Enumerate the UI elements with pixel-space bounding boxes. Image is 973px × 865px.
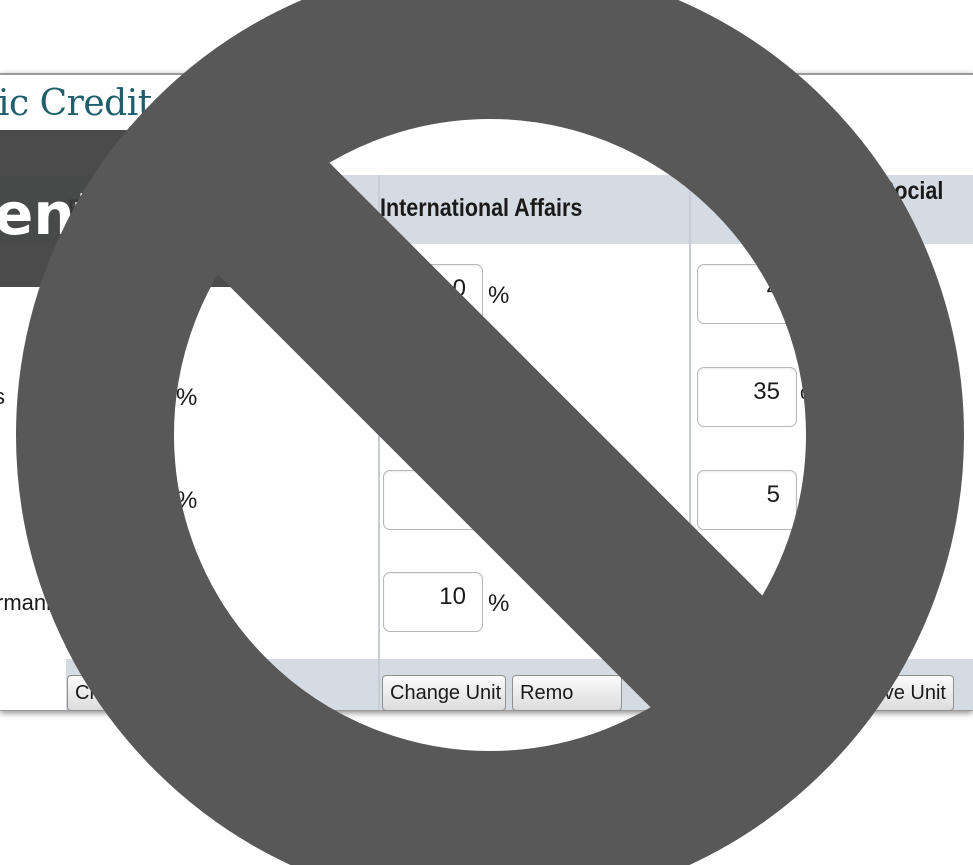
social-percent-input[interactable] [697, 264, 797, 324]
page-title: ic Credit [0, 83, 152, 124]
social-percent-input[interactable] [697, 367, 797, 427]
social-percent-input[interactable] [697, 470, 797, 530]
column-header-social: Social [880, 177, 944, 205]
international-affairs-percent-input[interactable] [383, 264, 483, 324]
percent-sign: % [176, 384, 198, 411]
percent-sign: % [176, 487, 198, 514]
banner-text: ent [0, 180, 103, 248]
screen: ic Credit EC International Affairs Socia… [0, 0, 973, 865]
column-header-international-affairs: International Affairs [380, 194, 583, 222]
international-affairs-percent-input[interactable] [383, 470, 483, 530]
row-label: s [0, 384, 5, 410]
row-label: rmani [0, 590, 52, 615]
change-unit-button[interactable]: Change Unit [382, 675, 506, 711]
remove-unit-button[interactable]: nove Unit [830, 675, 954, 711]
percent-sign: % [488, 282, 510, 309]
remove-unit-button[interactable]: Remo [512, 675, 622, 711]
column-divider [378, 175, 380, 710]
percent-sign: % [800, 384, 822, 411]
percent-sign: % [488, 590, 510, 617]
change-unit-button[interactable]: Chang [67, 675, 187, 711]
international-affairs-percent-input[interactable] [383, 572, 483, 632]
column-divider [689, 175, 691, 710]
